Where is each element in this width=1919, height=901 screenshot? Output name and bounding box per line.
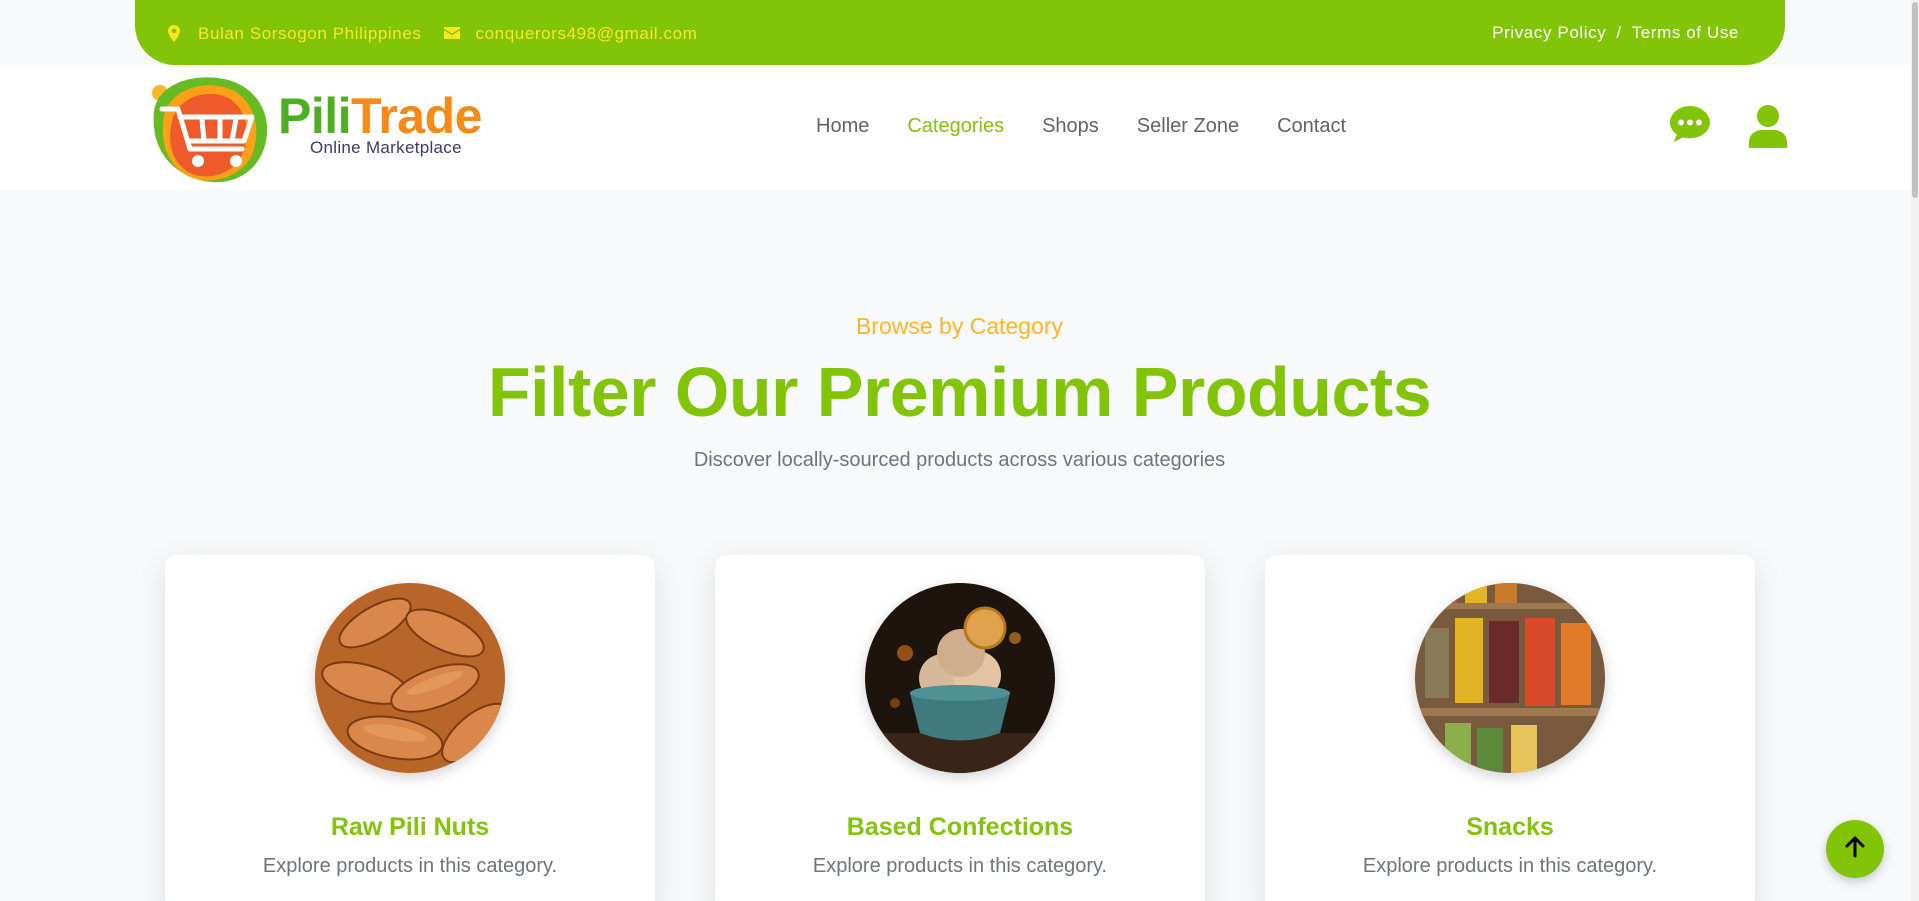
shopping-cart-icon[interactable] — [144, 71, 279, 189]
scrollbar-thumb[interactable] — [1912, 2, 1918, 198]
location-text: Bulan Sorsogon Philippines — [198, 24, 422, 43]
snack-packs-shelf-image — [1415, 583, 1605, 773]
page-scrollbar[interactable] — [1911, 0, 1919, 901]
brand-tagline: Online Marketplace — [310, 138, 462, 157]
category-card[interactable]: Snacks Explore products in this category… — [1265, 555, 1755, 901]
page-title: Filter Our Premium Products — [487, 353, 1432, 431]
privacy-policy-link[interactable]: Privacy Policy — [1492, 23, 1606, 43]
page-subtitle: Discover locally-sourced products across… — [693, 449, 1226, 471]
category-title: Raw Pili Nuts — [330, 813, 490, 841]
arrow-up-icon — [1845, 836, 1865, 863]
nav-item-contact[interactable]: Contact — [1277, 115, 1346, 138]
category-title: Based Confections — [846, 813, 1074, 841]
back-to-top-button[interactable] — [1826, 820, 1884, 878]
category-description: Explore products in this category. — [812, 855, 1108, 877]
ice-cream-bowl-image — [865, 583, 1055, 773]
contact-info: Bulan Sorsogon Philippines conquerors498… — [168, 23, 719, 45]
nav-item-categories[interactable]: Categories — [907, 115, 1004, 138]
brand-name-part1: Pili — [278, 88, 352, 144]
category-card[interactable]: Based Confections Explore products in th… — [715, 555, 1205, 901]
category-description: Explore products in this category. — [1362, 855, 1658, 877]
legal-separator: / — [1616, 23, 1622, 42]
nav-item-shops[interactable]: Shops — [1042, 115, 1099, 138]
brand-name[interactable]: PiliTrade — [278, 88, 482, 144]
category-title: Snacks — [1466, 813, 1554, 841]
top-info-bar: Bulan Sorsogon Philippines conquerors498… — [135, 0, 1785, 65]
legal-links: Privacy Policy / Terms of Use — [1492, 23, 1739, 43]
terms-of-use-link[interactable]: Terms of Use — [1632, 23, 1739, 43]
section-eyebrow: Browse by Category — [855, 313, 1064, 339]
user-icon[interactable] — [1749, 104, 1787, 153]
envelope-icon — [443, 27, 462, 45]
nav-item-home[interactable]: Home — [816, 115, 869, 138]
nav-item-seller-zone[interactable]: Seller Zone — [1137, 115, 1239, 138]
main-nav: Home Categories Shops Seller Zone Contac… — [816, 115, 1346, 138]
map-marker-icon — [168, 25, 184, 43]
category-card[interactable]: Raw Pili Nuts Explore products in this c… — [165, 555, 655, 901]
brand-name-part2: Trade — [351, 88, 482, 144]
pili-nuts-image — [315, 583, 505, 773]
category-description: Explore products in this category. — [262, 855, 558, 877]
email-link[interactable]: conquerors498@gmail.com — [476, 24, 698, 44]
chat-icon[interactable] — [1669, 104, 1711, 149]
